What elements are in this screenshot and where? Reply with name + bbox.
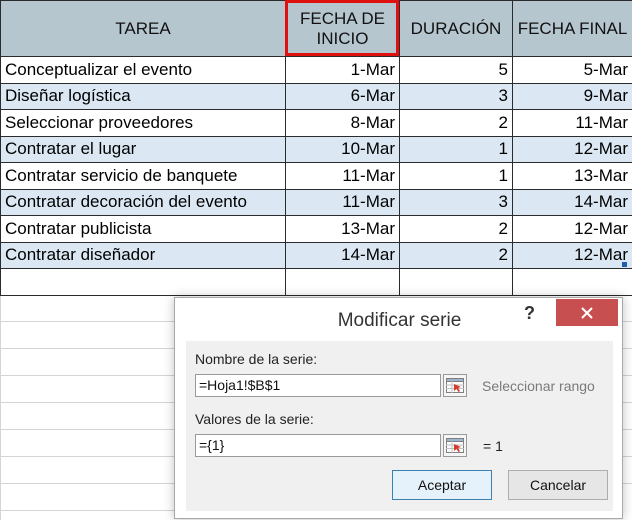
cell-task[interactable]: Seleccionar proveedores [0, 109, 286, 137]
series-values-input[interactable]: ={1} [195, 434, 441, 457]
table-row: Conceptualizar el evento 1-Mar 5 5-Mar [0, 56, 632, 84]
cell-end[interactable]: 13-Mar [512, 162, 632, 190]
cell-start[interactable]: 11-Mar [285, 188, 400, 216]
range-select-icon [446, 378, 464, 393]
gridline [0, 348, 180, 349]
series-name-label: Nombre de la serie: [195, 351, 318, 367]
header-start-date[interactable]: FECHA DE INICIO [285, 0, 400, 57]
cell-task[interactable]: Contratar el lugar [0, 135, 286, 163]
cell-task[interactable]: Contratar diseñador [0, 241, 286, 269]
gridline [622, 375, 632, 376]
empty-cell[interactable] [399, 268, 513, 296]
gridline [0, 375, 180, 376]
range-select-icon [446, 438, 464, 453]
empty-row [0, 268, 632, 296]
cell-duration[interactable]: 1 [399, 162, 513, 190]
table-row: Contratar publicista 13-Mar 2 12-Mar [0, 215, 632, 243]
help-button[interactable]: ? [524, 303, 535, 324]
series-name-hint: Seleccionar rango [482, 378, 595, 394]
header-end-date[interactable]: FECHA FINAL [512, 0, 632, 57]
table-row: Seleccionar proveedores 8-Mar 2 11-Mar [0, 109, 632, 137]
cell-end[interactable]: 9-Mar [512, 82, 632, 110]
cell-start[interactable]: 1-Mar [285, 56, 400, 84]
gridline [0, 456, 180, 457]
cell-end[interactable]: 12-Mar [512, 215, 632, 243]
cell-duration[interactable]: 3 [399, 82, 513, 110]
series-name-range-button[interactable] [443, 374, 467, 397]
cell-duration[interactable]: 3 [399, 188, 513, 216]
gridline [622, 456, 632, 457]
gridline [622, 483, 632, 484]
gridline [0, 402, 180, 403]
gridline [0, 296, 1, 520]
modify-series-dialog: Modificar serie Nombre de la serie: =Hoj… [174, 297, 623, 519]
cell-task[interactable]: Contratar servicio de banquete [0, 162, 286, 190]
table-row: Diseñar logística 6-Mar 3 9-Mar [0, 82, 632, 110]
cell-duration[interactable]: 5 [399, 56, 513, 84]
cell-end[interactable]: 12-Mar [512, 241, 632, 269]
accept-button[interactable]: Aceptar [392, 470, 492, 500]
cell-duration[interactable]: 2 [399, 109, 513, 137]
gridline [622, 429, 632, 430]
cell-start[interactable]: 14-Mar [285, 241, 400, 269]
table-row: Contratar diseñador 14-Mar 2 12-Mar [0, 241, 632, 269]
cell-start[interactable]: 6-Mar [285, 82, 400, 110]
task-table: TAREA FECHA DE INICIO DURACIÓN FECHA FIN… [0, 0, 632, 296]
cell-start[interactable]: 13-Mar [285, 215, 400, 243]
table-row: Contratar servicio de banquete 11-Mar 1 … [0, 162, 632, 190]
cell-start[interactable]: 11-Mar [285, 162, 400, 190]
cell-task[interactable]: Contratar decoración del evento [0, 188, 286, 216]
close-icon [581, 306, 593, 319]
gridline [0, 510, 180, 511]
series-values-result: = 1 [483, 438, 503, 454]
empty-cell[interactable] [512, 268, 632, 296]
cell-duration[interactable]: 2 [399, 215, 513, 243]
gridline [622, 348, 632, 349]
cell-start[interactable]: 8-Mar [285, 109, 400, 137]
cell-duration[interactable]: 1 [399, 135, 513, 163]
series-values-range-button[interactable] [443, 434, 467, 457]
gridline [622, 402, 632, 403]
gridline [0, 321, 180, 322]
close-button[interactable] [556, 299, 618, 326]
table-row: Contratar decoración del evento 11-Mar 3… [0, 188, 632, 216]
cell-duration[interactable]: 2 [399, 241, 513, 269]
cell-end[interactable]: 11-Mar [512, 109, 632, 137]
cell-task[interactable]: Conceptualizar el evento [0, 56, 286, 84]
empty-cell[interactable] [0, 268, 286, 296]
dialog-body: Nombre de la serie: =Hoja1!$B$1 Seleccio… [186, 341, 613, 511]
cell-task[interactable]: Diseñar logística [0, 82, 286, 110]
header-row: TAREA FECHA DE INICIO DURACIÓN FECHA FIN… [0, 0, 632, 57]
gridline [0, 429, 180, 430]
series-values-label: Valores de la serie: [195, 411, 314, 427]
cancel-button[interactable]: Cancelar [508, 470, 608, 500]
table-row: Contratar el lugar 10-Mar 1 12-Mar [0, 135, 632, 163]
cell-end[interactable]: 12-Mar [512, 135, 632, 163]
empty-cell[interactable] [285, 268, 400, 296]
series-name-input[interactable]: =Hoja1!$B$1 [195, 374, 441, 397]
fill-handle[interactable] [622, 262, 627, 267]
header-task[interactable]: TAREA [0, 0, 286, 57]
cell-task[interactable]: Contratar publicista [0, 215, 286, 243]
cell-end[interactable]: 14-Mar [512, 188, 632, 216]
cell-end[interactable]: 5-Mar [512, 56, 632, 84]
header-duration[interactable]: DURACIÓN [399, 0, 513, 57]
cell-start[interactable]: 10-Mar [285, 135, 400, 163]
gridline [0, 483, 180, 484]
